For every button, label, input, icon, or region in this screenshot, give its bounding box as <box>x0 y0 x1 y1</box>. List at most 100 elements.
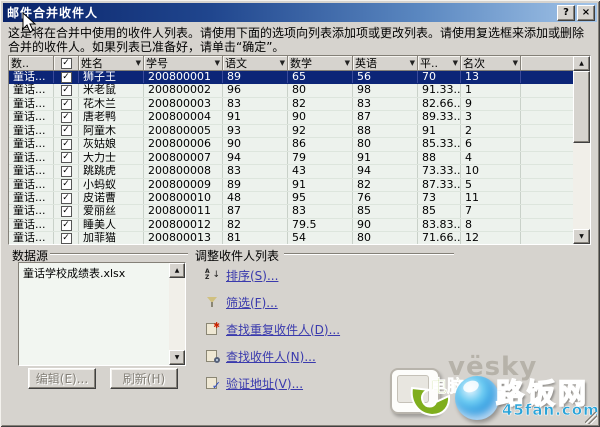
column-header-average[interactable]: 平..▼ <box>418 56 461 71</box>
column-header-english[interactable]: 英语▼ <box>353 56 418 71</box>
table-row[interactable]: 童话...✓皮诺曹2008000104895767311 <box>9 192 573 205</box>
table-row[interactable]: 童话...✓跳跳虎20080000883439473.33...10 <box>9 165 573 178</box>
select-all-checkbox[interactable]: ✓ <box>54 56 79 71</box>
cell-english: 56 <box>353 71 418 83</box>
cell-chinese: 89 <box>223 179 288 191</box>
cell-source: 童话... <box>9 219 54 231</box>
cell-name: 灰姑娘 <box>79 138 144 150</box>
row-checkbox[interactable]: ✓ <box>54 125 79 137</box>
cell-average: 85 <box>418 205 461 217</box>
row-checkbox[interactable]: ✓ <box>54 84 79 96</box>
cell-average: 88 <box>418 152 461 164</box>
chevron-down-icon: ▼ <box>410 59 415 67</box>
table-row[interactable]: 童话...✓小蚂蚁20080000989918287.33...5 <box>9 179 573 192</box>
table-row[interactable]: 童话...✓花木兰20080000383828382.66...9 <box>9 98 573 111</box>
cell-english: 83 <box>353 98 418 110</box>
row-checkbox[interactable]: ✓ <box>54 98 79 110</box>
scrollbar-thumb[interactable] <box>573 71 590 143</box>
cell-average: 83.83... <box>418 219 461 231</box>
row-checkbox[interactable]: ✓ <box>54 138 79 150</box>
watermark-brand-prefix: 电脑 <box>430 372 464 397</box>
cell-id: 200800012 <box>144 219 223 231</box>
row-checkbox[interactable]: ✓ <box>54 111 79 123</box>
cell-source: 童话... <box>9 232 54 244</box>
cell-source: 童话... <box>9 84 54 96</box>
cell-source: 童话... <box>9 111 54 123</box>
column-header-rank[interactable]: 名次▼ <box>461 56 521 71</box>
cell-id: 200800003 <box>144 98 223 110</box>
row-checkbox[interactable]: ✓ <box>54 165 79 177</box>
group-divider <box>50 253 188 255</box>
cell-english: 98 <box>353 84 418 96</box>
cell-english: 85 <box>353 205 418 217</box>
cell-math: 90 <box>288 111 353 123</box>
edit-button[interactable]: 编辑(E)... <box>28 368 96 389</box>
row-checkbox[interactable]: ✓ <box>54 71 79 83</box>
help-icon[interactable]: ? <box>557 5 575 21</box>
cell-name: 米老鼠 <box>79 84 144 96</box>
column-header-name[interactable]: 姓名▼ <box>79 56 144 71</box>
row-checkbox[interactable]: ✓ <box>54 192 79 204</box>
table-row[interactable]: 童话...✓阿童木200800005939288912 <box>9 125 573 138</box>
table-row[interactable]: 童话...✓唐老鸭20080000491908789.33...3 <box>9 111 573 124</box>
cell-rank: 1 <box>461 84 521 96</box>
vertical-scrollbar[interactable]: ▲ ▼ <box>573 56 590 244</box>
listbox-items: 童话学校成绩表.xlsx <box>19 263 169 283</box>
dialog-title: 邮件合并收件人 <box>7 4 557 21</box>
cell-name: 爱丽丝 <box>79 205 144 217</box>
table-row[interactable]: 童话...✓米老鼠20080000296809891.33...1 <box>9 84 573 97</box>
table-row[interactable]: 童话...✓加菲猫20080001381548071.66...12 <box>9 232 573 244</box>
cell-math: 82 <box>288 98 353 110</box>
table-row[interactable]: 童话...✓爱丽丝200800011878385857 <box>9 205 573 218</box>
recipients-table: 数.. ✓ 姓名▼ 学号▼ 语文▼ 数学▼ 英语▼ 平..▼ 名次▼ 童话...… <box>8 55 591 245</box>
refine-link-row: 筛选(F)... <box>205 294 278 310</box>
row-checkbox[interactable]: ✓ <box>54 219 79 231</box>
table-row[interactable]: 童话...✓睡美人2008000128279.59083.83...8 <box>9 219 573 232</box>
refresh-button[interactable]: 刷新(H) <box>110 368 178 389</box>
refine-link[interactable]: 筛选(F)... <box>226 294 278 311</box>
row-checkbox[interactable]: ✓ <box>54 205 79 217</box>
column-header-chinese[interactable]: 语文▼ <box>223 56 288 71</box>
resize-grip[interactable] <box>585 412 597 424</box>
column-header-source[interactable]: 数.. <box>9 56 54 71</box>
cell-average: 73 <box>418 192 461 204</box>
data-source-item[interactable]: 童话学校成绩表.xlsx <box>19 263 169 283</box>
refine-link[interactable]: 排序(S)... <box>226 267 278 284</box>
cell-average: 87.33... <box>418 179 461 191</box>
refine-link[interactable]: 查找收件人(N)... <box>226 348 316 365</box>
scroll-up-icon[interactable]: ▲ <box>573 56 590 71</box>
row-checkbox[interactable]: ✓ <box>54 179 79 191</box>
scroll-down-icon[interactable]: ▼ <box>169 350 185 365</box>
cell-rank: 9 <box>461 98 521 110</box>
table-row[interactable]: 童话...✓灰姑娘20080000690868085.33...6 <box>9 138 573 151</box>
cell-chinese: 94 <box>223 152 288 164</box>
refine-link[interactable]: 查找重复收件人(D)... <box>226 321 340 338</box>
listbox-scrollbar[interactable]: ▲ ▼ <box>169 263 185 365</box>
cell-id: 200800011 <box>144 205 223 217</box>
cell-rank: 4 <box>461 152 521 164</box>
cell-rank: 11 <box>461 192 521 204</box>
cell-id: 200800005 <box>144 125 223 137</box>
column-header-id[interactable]: 学号▼ <box>144 56 223 71</box>
data-source-listbox[interactable]: 童话学校成绩表.xlsx ▲ ▼ <box>18 262 186 366</box>
cell-rank: 3 <box>461 111 521 123</box>
sphere-logo-icon <box>455 376 499 420</box>
scroll-down-icon[interactable]: ▼ <box>573 229 590 244</box>
table-row[interactable]: 童话...✓狮子王2008000018965567013 <box>9 71 573 84</box>
refine-link[interactable]: 验证地址(V)... <box>226 375 303 392</box>
scroll-up-icon[interactable]: ▲ <box>169 263 185 278</box>
title-bar: 邮件合并收件人 ? × <box>3 3 597 22</box>
cell-rank: 2 <box>461 125 521 137</box>
cell-math: 80 <box>288 84 353 96</box>
table-row[interactable]: 童话...✓大力士200800007947991884 <box>9 152 573 165</box>
row-checkbox[interactable]: ✓ <box>54 152 79 164</box>
cell-name: 狮子王 <box>79 71 144 83</box>
chevron-down-icon: ▼ <box>453 59 458 67</box>
column-header-math[interactable]: 数学▼ <box>288 56 353 71</box>
cell-rank: 12 <box>461 232 521 244</box>
close-icon[interactable]: × <box>577 5 595 21</box>
cell-math: 54 <box>288 232 353 244</box>
cell-english: 88 <box>353 125 418 137</box>
cell-source: 童话... <box>9 179 54 191</box>
row-checkbox[interactable]: ✓ <box>54 232 79 244</box>
